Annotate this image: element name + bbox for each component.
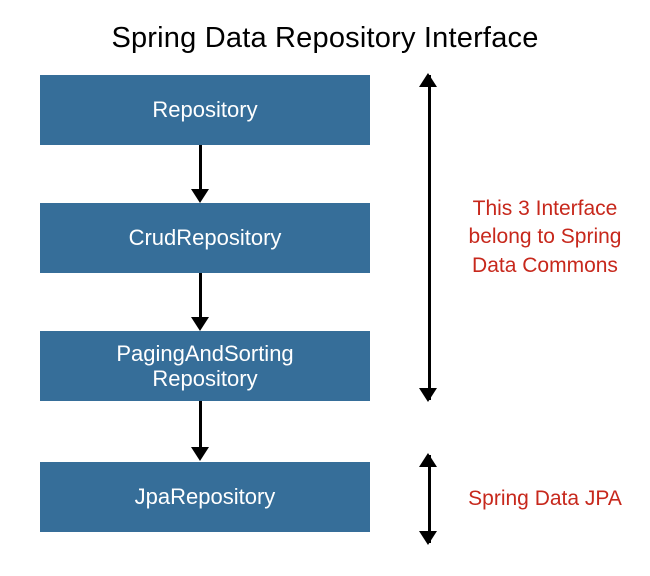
diagram-canvas: Repository CrudRepository PagingAndSorti… <box>0 55 650 575</box>
bracket-vertical-icon <box>428 75 431 400</box>
annotation-commons-line1: This 3 Interface <box>473 197 618 220</box>
diagram-title: Spring Data Repository Interface <box>0 0 650 55</box>
annotation-commons-line3: Data Commons <box>472 254 618 277</box>
annotation-jpa-label: Spring Data JPA <box>468 487 622 510</box>
annotation-commons-line2: belong to Spring <box>469 225 622 248</box>
box-jpa-repository-label: JpaRepository <box>135 484 276 509</box>
annotation-commons: This 3 Interface belong to Spring Data C… <box>450 195 640 280</box>
box-repository: Repository <box>40 75 370 145</box>
bracket-vertical-icon <box>428 455 431 543</box>
box-pas-line2: Repository <box>152 366 257 391</box>
box-pagingandsorting-repository: PagingAndSorting Repository <box>40 331 370 401</box>
box-crud-repository-label: CrudRepository <box>129 225 282 250</box>
annotation-jpa: Spring Data JPA <box>450 485 640 513</box>
box-crud-repository: CrudRepository <box>40 203 370 273</box>
box-jpa-repository: JpaRepository <box>40 462 370 532</box>
box-pas-line1: PagingAndSorting <box>116 341 293 366</box>
box-repository-label: Repository <box>152 97 257 122</box>
